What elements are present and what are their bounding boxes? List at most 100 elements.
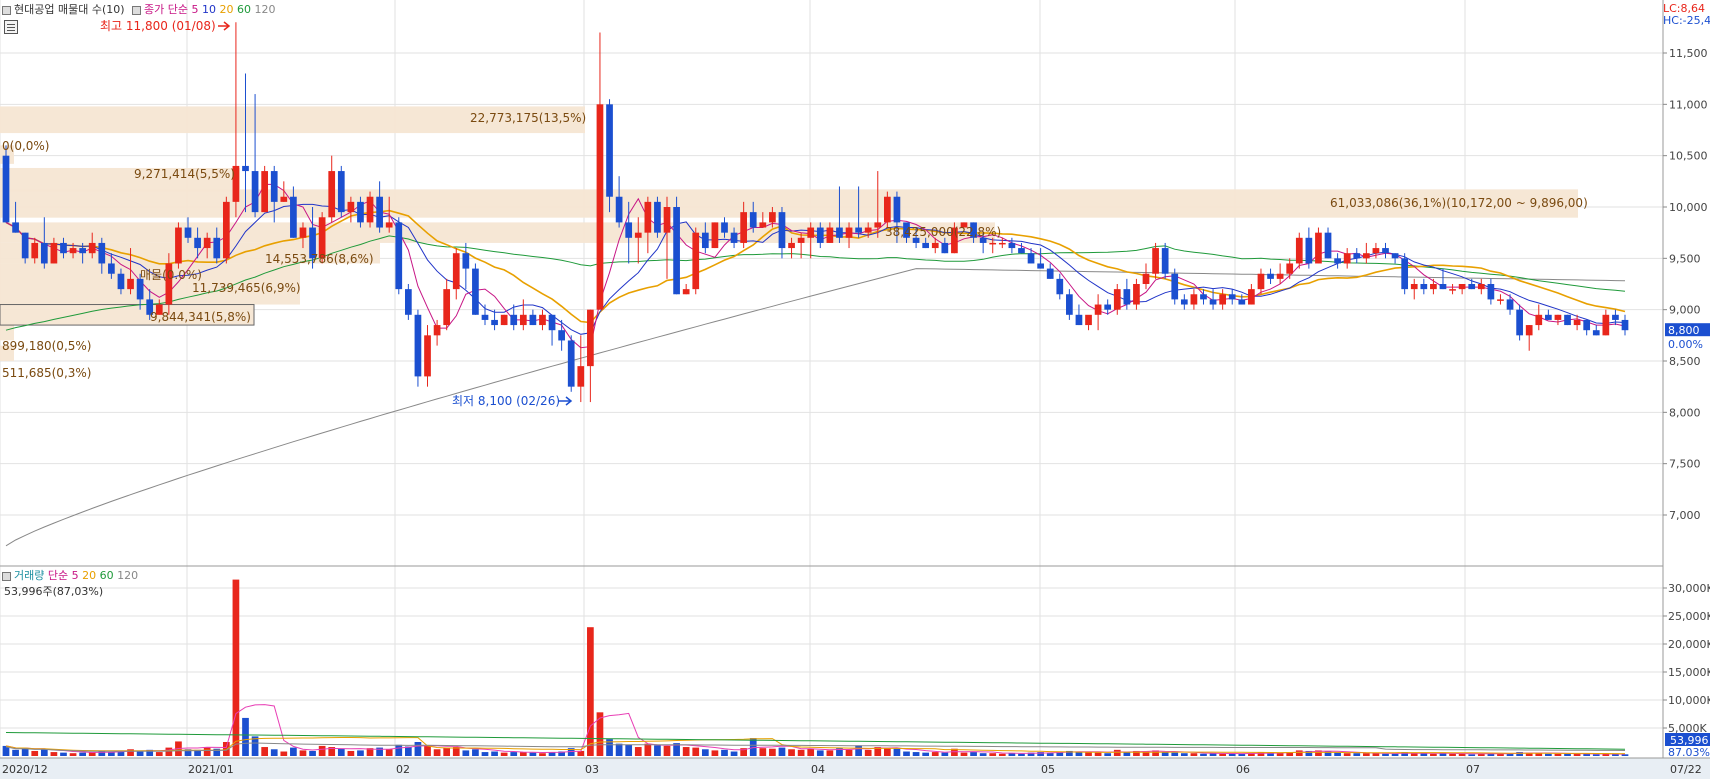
candle-body[interactable]	[1573, 319, 1581, 326]
volume-bar[interactable]	[165, 747, 173, 756]
candle-body[interactable]	[1008, 242, 1016, 249]
candle-body[interactable]	[539, 314, 546, 326]
checkbox-icon[interactable]	[2, 571, 11, 581]
candle-body[interactable]	[836, 227, 843, 238]
volume-bar[interactable]	[807, 748, 815, 756]
candle-body[interactable]	[385, 222, 393, 228]
volume-bar[interactable]	[759, 748, 767, 756]
candle-body[interactable]	[405, 289, 412, 315]
candle-body[interactable]	[998, 242, 1006, 245]
volume-bar[interactable]	[1554, 753, 1562, 756]
volume-bar[interactable]	[931, 752, 939, 756]
candle-body[interactable]	[797, 237, 805, 243]
candle-body[interactable]	[40, 242, 48, 264]
volume-bar[interactable]	[721, 749, 728, 756]
volume-bar[interactable]	[1334, 752, 1341, 756]
candle-body[interactable]	[941, 242, 949, 254]
candle-body[interactable]	[1315, 232, 1322, 264]
volume-bar[interactable]	[299, 750, 307, 756]
volume-bar[interactable]	[855, 745, 862, 756]
candle-body[interactable]	[1209, 299, 1217, 305]
volume-bar[interactable]	[1295, 750, 1303, 756]
volume-bar[interactable]	[395, 744, 403, 756]
candle-body[interactable]	[1410, 284, 1418, 290]
candle-body[interactable]	[519, 314, 527, 326]
volume-bar[interactable]	[539, 753, 546, 756]
candle-body[interactable]	[1554, 314, 1562, 320]
volume-bar[interactable]	[970, 752, 977, 756]
candle-body[interactable]	[1180, 299, 1188, 305]
volume-bar[interactable]	[1468, 754, 1476, 756]
volume-bar[interactable]	[510, 752, 518, 756]
candle-body[interactable]	[1190, 294, 1198, 305]
candle-body[interactable]	[481, 314, 489, 320]
candle-body[interactable]	[347, 201, 355, 213]
volume-bar[interactable]	[337, 748, 345, 756]
volume-bar[interactable]	[309, 750, 316, 756]
candle-body[interactable]	[108, 263, 115, 274]
candle-body[interactable]	[242, 165, 249, 172]
volume-bar[interactable]	[644, 743, 652, 756]
candle-body[interactable]	[1468, 284, 1476, 290]
volume-bar[interactable]	[864, 749, 872, 756]
candle-body[interactable]	[452, 253, 460, 290]
volume-bar[interactable]	[1343, 753, 1351, 756]
volume-bar[interactable]	[1353, 753, 1361, 756]
candle-body[interactable]	[222, 201, 230, 259]
candle-body[interactable]	[462, 253, 470, 269]
candle-body[interactable]	[874, 222, 882, 228]
volume-bar[interactable]	[1382, 753, 1389, 756]
volume-bar[interactable]	[788, 749, 795, 756]
candle-body[interactable]	[1449, 289, 1456, 291]
candle-body[interactable]	[1477, 284, 1485, 290]
candle-body[interactable]	[1248, 289, 1255, 305]
candle-body[interactable]	[414, 314, 422, 377]
volume-bar[interactable]	[769, 748, 776, 756]
volume-bar[interactable]	[280, 751, 288, 756]
checkbox-icon[interactable]	[132, 5, 142, 15]
candle-body[interactable]	[1324, 232, 1332, 259]
volume-bar[interactable]	[50, 752, 58, 756]
volume-bar[interactable]	[1171, 752, 1179, 756]
candle-body[interactable]	[615, 196, 623, 223]
volume-bar[interactable]	[31, 750, 39, 756]
volume-bar[interactable]	[443, 747, 451, 756]
candle-body[interactable]	[567, 340, 575, 387]
candle-body[interactable]	[740, 212, 748, 243]
volume-bar[interactable]	[941, 752, 949, 756]
candle-body[interactable]	[1401, 258, 1409, 290]
volume-bar[interactable]	[155, 752, 163, 756]
volume-bar[interactable]	[778, 747, 786, 756]
candle-body[interactable]	[357, 201, 364, 223]
volume-bar[interactable]	[1362, 753, 1370, 756]
volume-bar[interactable]	[414, 742, 422, 756]
candle-body[interactable]	[1113, 289, 1121, 310]
candle-body[interactable]	[1439, 284, 1447, 290]
volume-bar[interactable]	[203, 747, 211, 756]
volume-bar[interactable]	[491, 751, 498, 756]
candle-body[interactable]	[1458, 284, 1466, 290]
candle-body[interactable]	[1506, 299, 1514, 310]
volume-bar[interactable]	[1104, 753, 1112, 756]
volume-bar[interactable]	[654, 745, 661, 756]
candle-body[interactable]	[1228, 294, 1236, 300]
candle-body[interactable]	[759, 222, 767, 228]
candle-body[interactable]	[1621, 319, 1629, 331]
volume-bar[interactable]	[1094, 752, 1102, 756]
candle-body[interactable]	[788, 242, 795, 249]
volume-bar[interactable]	[318, 745, 326, 756]
candle-body[interactable]	[701, 232, 709, 249]
candle-body[interactable]	[12, 222, 19, 233]
volume-bar[interactable]	[529, 752, 537, 756]
volume-bar[interactable]	[1228, 753, 1236, 756]
volume-bar[interactable]	[1200, 753, 1207, 756]
candle-body[interactable]	[1257, 273, 1265, 290]
candle-body[interactable]	[117, 273, 125, 290]
volume-bar[interactable]	[69, 753, 77, 756]
volume-bar[interactable]	[989, 753, 997, 756]
volume-bar[interactable]	[797, 749, 805, 756]
candle-body[interactable]	[1343, 253, 1351, 264]
candle-body[interactable]	[1085, 314, 1092, 326]
candle-body[interactable]	[88, 242, 96, 254]
candle-body[interactable]	[261, 171, 269, 213]
